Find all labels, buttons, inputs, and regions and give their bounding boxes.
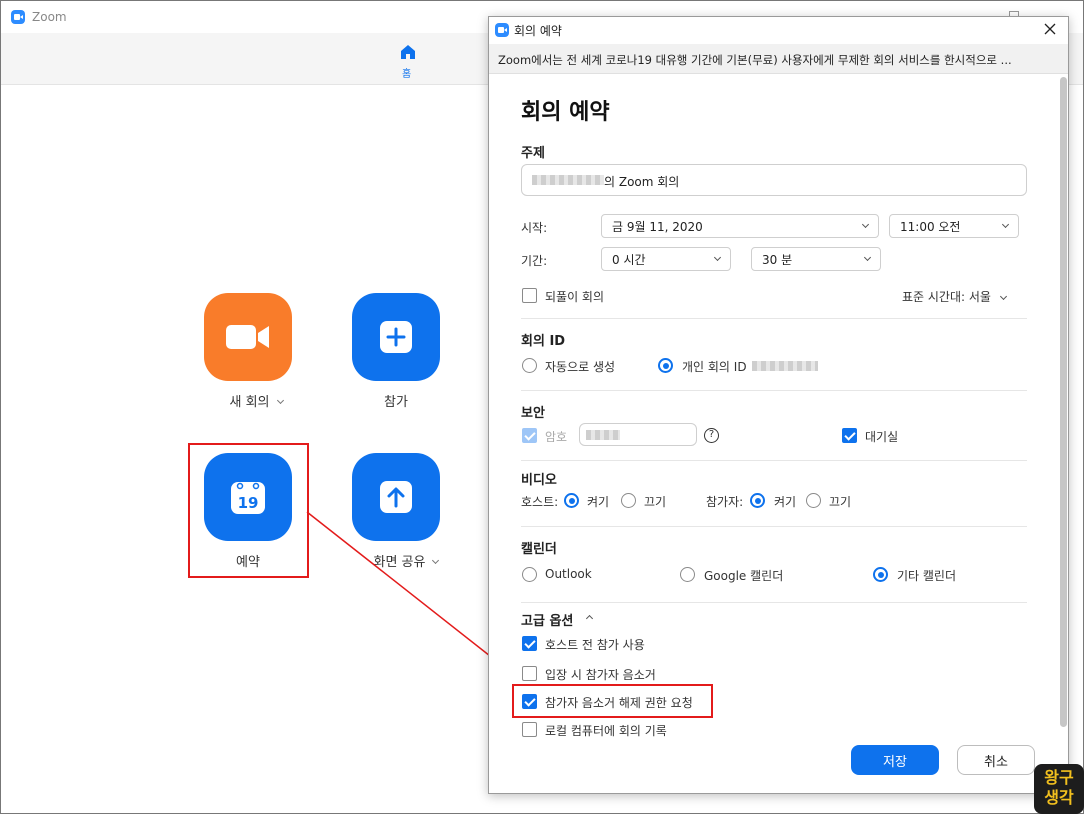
divider (521, 390, 1027, 391)
video-host-label: 호스트: (521, 495, 559, 509)
notice-banner-text: Zoom에서는 전 세계 코로나19 대유행 기간에 기본(무료) 사용자에게 … (498, 53, 1012, 67)
highlight-box-request-unmute (512, 684, 713, 718)
duration-minutes-value: 30 분 (762, 252, 793, 267)
local-recording-label: 로컬 컴퓨터에 회의 기록 (545, 724, 667, 738)
calendar-section-label: 캘린더 (521, 542, 557, 557)
timezone-dropdown[interactable]: 표준 시간대: 서울 (902, 288, 1007, 305)
chevron-down-icon (1001, 220, 1010, 228)
duration-label: 기간: (521, 254, 548, 268)
help-icon[interactable]: ? (704, 428, 719, 443)
schedule-meeting-dialog: 회의 예약 Zoom에서는 전 세계 코로나19 대유행 기간에 기본(무료) … (488, 16, 1069, 794)
start-label: 시작: (521, 221, 548, 235)
password-label: 암호 (545, 430, 568, 444)
page-title: 회의 예약 (521, 100, 610, 125)
mute-on-entry-checkbox[interactable] (522, 666, 537, 681)
outlook-radio[interactable] (522, 567, 537, 582)
recurring-checkbox[interactable] (522, 288, 537, 303)
mute-on-entry-label: 입장 시 참가자 음소거 (545, 668, 656, 682)
chevron-down-icon (713, 253, 722, 261)
password-input[interactable] (579, 423, 697, 446)
zoom-app-icon (495, 23, 509, 37)
local-recording-checkbox[interactable] (522, 722, 537, 737)
chevron-down-icon (999, 292, 1007, 301)
timezone-value: 표준 시간대: 서울 (902, 290, 991, 304)
divider (521, 602, 1027, 603)
notice-banner: Zoom에서는 전 세계 코로나19 대유행 기간에 기본(무료) 사용자에게 … (489, 44, 1068, 74)
start-date-dropdown[interactable]: 금 9월 11, 2020 (601, 214, 879, 238)
other-calendar-radio[interactable] (873, 567, 888, 582)
waiting-room-label: 대기실 (865, 430, 899, 444)
other-calendar-label: 기타 캘린더 (897, 569, 957, 583)
watermark-line-1: 왕구 (1044, 768, 1074, 787)
save-button[interactable]: 저장 (851, 745, 939, 775)
topic-input[interactable]: 의 Zoom 회의 (521, 164, 1027, 196)
personal-id-radio[interactable] (658, 358, 673, 373)
cancel-button[interactable]: 취소 (957, 745, 1035, 775)
host-video-off-radio[interactable] (621, 493, 636, 508)
google-calendar-radio[interactable] (680, 567, 695, 582)
start-date-value: 금 9월 11, 2020 (612, 219, 703, 234)
chevron-down-icon (863, 253, 872, 261)
scrollbar-thumb[interactable] (1060, 77, 1067, 727)
redacted-user-name (532, 175, 604, 185)
personal-id-label: 개인 회의 ID (682, 360, 747, 374)
chevron-up-icon (585, 614, 594, 623)
auto-id-radio[interactable] (522, 358, 537, 373)
divider (521, 318, 1027, 319)
participant-video-off-radio[interactable] (806, 493, 821, 508)
start-time-value: 11:00 오전 (900, 219, 961, 234)
participant-video-on-label: 켜기 (774, 495, 797, 509)
security-section-label: 보안 (521, 406, 545, 421)
google-calendar-label: Google 캘린더 (704, 569, 784, 583)
advanced-options-toggle[interactable]: 고급 옵션 (521, 610, 594, 629)
redacted-personal-id (752, 361, 818, 371)
meeting-id-section-label: 회의 ID (521, 334, 566, 349)
host-video-on-label: 켜기 (587, 495, 610, 509)
duration-hours-dropdown[interactable]: 0 시간 (601, 247, 731, 271)
host-video-off-label: 끄기 (644, 495, 667, 509)
watermark-line-2: 생각 (1044, 788, 1074, 807)
dialog-window-title: 회의 예약 (514, 24, 562, 38)
topic-section-label: 주제 (521, 146, 545, 161)
join-before-host-label: 호스트 전 참가 사용 (545, 638, 645, 652)
divider (521, 460, 1027, 461)
advanced-options-label: 고급 옵션 (521, 614, 574, 629)
participant-video-on-radio[interactable] (750, 493, 765, 508)
divider (521, 526, 1027, 527)
close-icon[interactable] (1044, 23, 1056, 35)
watermark-logo: 왕구 생각 (1034, 764, 1084, 814)
waiting-room-checkbox[interactable] (842, 428, 857, 443)
start-time-dropdown[interactable]: 11:00 오전 (889, 214, 1019, 238)
redacted-password (586, 430, 620, 440)
duration-minutes-dropdown[interactable]: 30 분 (751, 247, 881, 271)
password-checkbox[interactable] (522, 428, 537, 443)
join-before-host-checkbox[interactable] (522, 636, 537, 651)
participant-video-off-label: 끄기 (829, 495, 852, 509)
recurring-label: 되풀이 회의 (545, 290, 605, 304)
outlook-label: Outlook (545, 567, 592, 581)
auto-id-label: 자동으로 생성 (545, 360, 616, 374)
topic-input-value: 의 Zoom 회의 (604, 175, 680, 189)
video-section-label: 비디오 (521, 473, 557, 488)
host-video-on-radio[interactable] (564, 493, 579, 508)
chevron-down-icon (861, 220, 870, 228)
video-participant-label: 참가자: (706, 495, 744, 509)
duration-hours-value: 0 시간 (612, 252, 646, 267)
